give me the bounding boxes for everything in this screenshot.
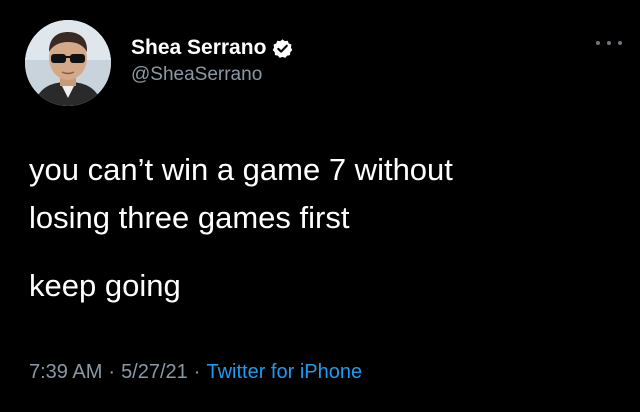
profile-photo-icon — [25, 20, 111, 106]
user-handle[interactable]: @SheaSerrano — [131, 64, 293, 86]
tweet-source-link[interactable]: Twitter for iPhone — [206, 361, 362, 383]
tweet-text-line-2: losing three games first — [29, 200, 350, 235]
display-name-row: Shea Serrano — [131, 36, 293, 60]
verified-badge-icon — [272, 38, 293, 59]
dot — [607, 41, 611, 45]
dot — [596, 41, 600, 45]
tweet-text: you can’t win a game 7 without losing th… — [29, 146, 619, 310]
display-name[interactable]: Shea Serrano — [131, 36, 266, 60]
avatar[interactable] — [25, 20, 111, 106]
tweet-meta: 7:39 AM · 5/27/21 · Twitter for iPhone — [29, 358, 362, 386]
tweet-text-line-3: keep going — [29, 268, 181, 303]
separator: · — [193, 361, 201, 383]
author-block: Shea Serrano @SheaSerrano — [131, 36, 293, 86]
dot — [618, 41, 622, 45]
separator: · — [108, 361, 116, 383]
more-options-icon[interactable] — [596, 34, 622, 52]
tweet-text-line-1: you can’t win a game 7 without — [29, 152, 453, 187]
tweet-time[interactable]: 7:39 AM — [29, 361, 102, 383]
tweet-card: Shea Serrano @SheaSerrano you can’t win … — [0, 0, 640, 412]
tweet-date[interactable]: 5/27/21 — [121, 361, 188, 383]
